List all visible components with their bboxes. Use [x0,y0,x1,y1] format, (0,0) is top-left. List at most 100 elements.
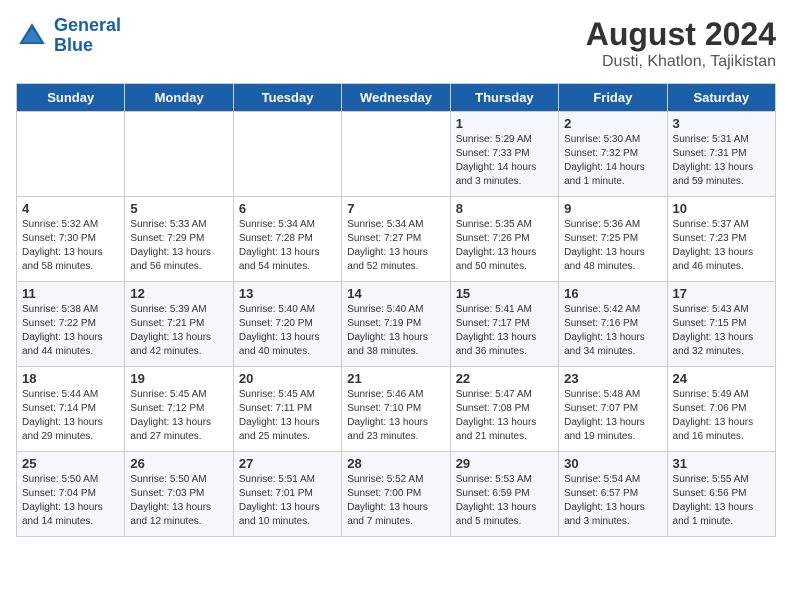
day-info: Sunrise: 5:50 AMSunset: 7:03 PMDaylight:… [130,473,227,529]
calendar-week-5: 25Sunrise: 5:50 AMSunset: 7:04 PMDayligh… [17,452,776,537]
calendar-cell: 25Sunrise: 5:50 AMSunset: 7:04 PMDayligh… [17,452,125,537]
calendar-cell: 20Sunrise: 5:45 AMSunset: 7:11 PMDayligh… [233,367,341,452]
calendar-title: August 2024 [586,16,776,53]
calendar-cell: 18 Sunrise: 5:44 AMSunset: 7:14 PMDayligh… [17,367,125,452]
day-number: 27 [239,456,336,471]
calendar-cell [342,112,450,197]
calendar-week-4: 18 Sunrise: 5:44 AMSunset: 7:14 PMDayligh… [17,367,776,452]
calendar-cell: 1Sunrise: 5:29 AMSunset: 7:33 PMDaylight… [450,112,558,197]
calendar-week-1: 1Sunrise: 5:29 AMSunset: 7:33 PMDaylight… [17,112,776,197]
day-number: 22 [456,371,553,386]
calendar-header-row: SundayMondayTuesdayWednesdayThursdayFrid… [17,84,776,112]
calendar-cell: 23 Sunrise: 5:48 AMSunset: 7:07 PMDayligh… [559,367,667,452]
calendar-cell: 28 Sunrise: 5:52 AMSunset: 7:00 PMDayligh… [342,452,450,537]
calendar-cell: 8Sunrise: 5:35 AMSunset: 7:26 PMDaylight… [450,197,558,282]
day-info: Sunrise: 5:29 AMSunset: 7:33 PMDaylight:… [456,133,553,189]
day-number: 10 [673,201,770,216]
calendar-cell: 4 Sunrise: 5:32 AMSunset: 7:30 PMDaylight… [17,197,125,282]
day-info: Sunrise: 5:33 AMSunset: 7:29 PMDaylight:… [130,218,227,274]
day-number: 3 [673,116,770,131]
day-number: 11 [22,286,119,301]
day-number: 13 [239,286,336,301]
calendar-cell [125,112,233,197]
header-tuesday: Tuesday [233,84,341,112]
calendar-cell: 16Sunrise: 5:42 AMSunset: 7:16 PMDayligh… [559,282,667,367]
day-number: 23 [564,371,661,386]
day-number: 5 [130,201,227,216]
day-info: Sunrise: 5:43 AMSunset: 7:15 PMDaylight:… [673,303,770,359]
day-info: Sunrise: 5:42 AMSunset: 7:16 PMDaylight:… [564,303,661,359]
day-info: Sunrise: 5:38 AMSunset: 7:22 PMDaylight:… [22,303,119,359]
day-number: 21 [347,371,444,386]
day-number: 17 [673,286,770,301]
calendar-cell: 7Sunrise: 5:34 AMSunset: 7:27 PMDaylight… [342,197,450,282]
calendar-cell: 27 Sunrise: 5:51 AMSunset: 7:01 PMDayligh… [233,452,341,537]
logo: General Blue [16,16,121,56]
day-number: 25 [22,456,119,471]
day-number: 31 [673,456,770,471]
day-info: Sunrise: 5:41 AMSunset: 7:17 PMDaylight:… [456,303,553,359]
day-info: Sunrise: 5:52 AMSunset: 7:00 PMDaylight:… [347,473,444,529]
calendar-cell: 2 Sunrise: 5:30 AMSunset: 7:32 PMDaylight… [559,112,667,197]
calendar-cell: 17 Sunrise: 5:43 AMSunset: 7:15 PMDayligh… [667,282,775,367]
day-info: Sunrise: 5:36 AMSunset: 7:25 PMDaylight:… [564,218,661,274]
title-block: August 2024 Dusti, Khatlon, Tajikistan [586,16,776,71]
calendar-cell: 9Sunrise: 5:36 AMSunset: 7:25 PMDaylight… [559,197,667,282]
logo-line1: General [54,15,121,35]
day-number: 30 [564,456,661,471]
logo-line2: Blue [54,35,93,55]
day-number: 19 [130,371,227,386]
day-number: 4 [22,201,119,216]
calendar-cell: 30Sunrise: 5:54 AMSunset: 6:57 PMDayligh… [559,452,667,537]
day-info: Sunrise: 5:40 AMSunset: 7:19 PMDaylight:… [347,303,444,359]
page-header: General Blue August 2024 Dusti, Khatlon,… [16,16,776,71]
day-number: 7 [347,201,444,216]
day-info: Sunrise: 5:46 AMSunset: 7:10 PMDaylight:… [347,388,444,444]
day-number: 18 [22,371,119,386]
calendar-week-3: 11 Sunrise: 5:38 AMSunset: 7:22 PMDayligh… [17,282,776,367]
header-monday: Monday [125,84,233,112]
day-info: Sunrise: 5:31 AMSunset: 7:31 PMDaylight:… [673,133,770,189]
calendar-cell: 31 Sunrise: 5:55 AMSunset: 6:56 PMDayligh… [667,452,775,537]
day-info: Sunrise: 5:34 AMSunset: 7:28 PMDaylight:… [239,218,336,274]
calendar-cell: 29Sunrise: 5:53 AMSunset: 6:59 PMDayligh… [450,452,558,537]
calendar-cell: 11 Sunrise: 5:38 AMSunset: 7:22 PMDayligh… [17,282,125,367]
logo-text: General Blue [54,16,121,56]
calendar-cell: 3 Sunrise: 5:31 AMSunset: 7:31 PMDaylight… [667,112,775,197]
calendar-week-2: 4 Sunrise: 5:32 AMSunset: 7:30 PMDaylight… [17,197,776,282]
calendar-cell: 19 Sunrise: 5:45 AMSunset: 7:12 PMDayligh… [125,367,233,452]
calendar-cell: 5 Sunrise: 5:33 AMSunset: 7:29 PMDaylight… [125,197,233,282]
calendar-cell: 26Sunrise: 5:50 AMSunset: 7:03 PMDayligh… [125,452,233,537]
calendar-cell: 13 Sunrise: 5:40 AMSunset: 7:20 PMDayligh… [233,282,341,367]
calendar-subtitle: Dusti, Khatlon, Tajikistan [586,53,776,71]
day-number: 20 [239,371,336,386]
day-info: Sunrise: 5:45 AMSunset: 7:12 PMDaylight:… [130,388,227,444]
day-number: 14 [347,286,444,301]
header-thursday: Thursday [450,84,558,112]
day-number: 24 [673,371,770,386]
day-info: Sunrise: 5:55 AMSunset: 6:56 PMDaylight:… [673,473,770,529]
calendar-cell: 22Sunrise: 5:47 AMSunset: 7:08 PMDayligh… [450,367,558,452]
logo-icon [16,20,48,52]
header-sunday: Sunday [17,84,125,112]
day-info: Sunrise: 5:49 AMSunset: 7:06 PMDaylight:… [673,388,770,444]
day-info: Sunrise: 5:51 AMSunset: 7:01 PMDaylight:… [239,473,336,529]
calendar-cell: 6 Sunrise: 5:34 AMSunset: 7:28 PMDaylight… [233,197,341,282]
day-info: Sunrise: 5:44 AMSunset: 7:14 PMDaylight:… [22,388,119,444]
day-number: 2 [564,116,661,131]
day-info: Sunrise: 5:48 AMSunset: 7:07 PMDaylight:… [564,388,661,444]
day-info: Sunrise: 5:37 AMSunset: 7:23 PMDaylight:… [673,218,770,274]
day-info: Sunrise: 5:35 AMSunset: 7:26 PMDaylight:… [456,218,553,274]
calendar-cell: 24 Sunrise: 5:49 AMSunset: 7:06 PMDayligh… [667,367,775,452]
header-saturday: Saturday [667,84,775,112]
calendar-cell [233,112,341,197]
calendar-cell [17,112,125,197]
day-info: Sunrise: 5:40 AMSunset: 7:20 PMDaylight:… [239,303,336,359]
day-number: 6 [239,201,336,216]
day-number: 28 [347,456,444,471]
calendar-cell: 21 Sunrise: 5:46 AMSunset: 7:10 PMDayligh… [342,367,450,452]
day-info: Sunrise: 5:32 AMSunset: 7:30 PMDaylight:… [22,218,119,274]
day-info: Sunrise: 5:30 AMSunset: 7:32 PMDaylight:… [564,133,661,189]
day-number: 12 [130,286,227,301]
day-number: 29 [456,456,553,471]
